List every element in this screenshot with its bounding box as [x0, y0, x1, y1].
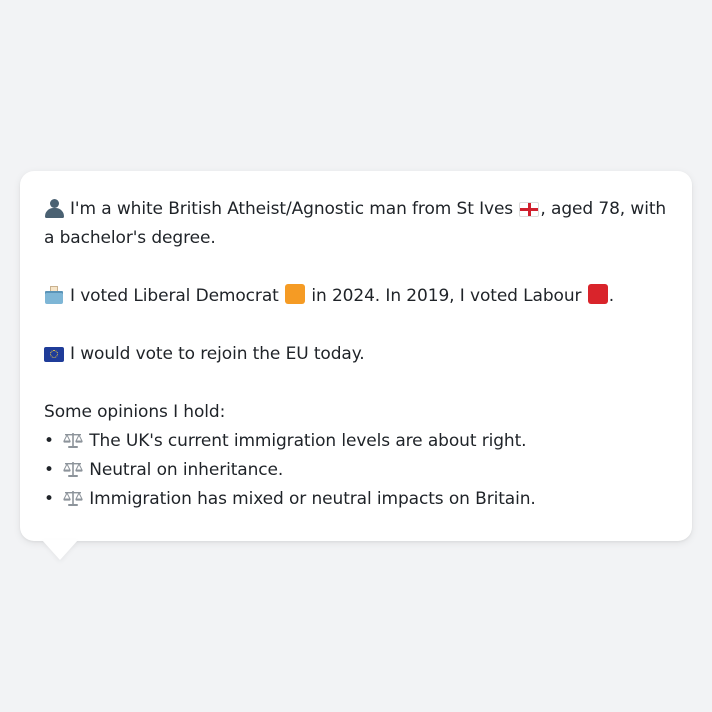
- opinions-heading: Some opinions I hold:: [44, 402, 226, 422]
- balance-scale-icon: [63, 489, 84, 507]
- identity-text: I'm a white British Atheist/Agnostic man…: [70, 199, 514, 219]
- eu-flag-icon: [44, 347, 64, 362]
- profile-speech-bubble: I'm a white British Atheist/Agnostic man…: [20, 171, 692, 541]
- identity-line: I'm a white British Atheist/Agnostic man…: [44, 195, 668, 253]
- speech-bubble-tail: [42, 540, 78, 560]
- person-silhouette-icon: [44, 199, 64, 218]
- bullet: •: [44, 489, 54, 509]
- voting-text-part3: .: [608, 286, 615, 306]
- bullet: •: [44, 460, 54, 480]
- balance-scale-icon: [63, 460, 84, 478]
- voting-text-part2: in 2024. In 2019, I voted Labour: [311, 286, 582, 306]
- opinion-text: The UK's current immigration levels are …: [89, 431, 527, 451]
- opinion-item: • Immigration has mixed or neutral impac…: [44, 485, 668, 514]
- opinion-item: • The UK's current immigration levels ar…: [44, 427, 668, 456]
- eu-line: I would vote to rejoin the EU today.: [44, 340, 668, 369]
- eu-text: I would vote to rejoin the EU today.: [70, 344, 365, 364]
- red-square-icon: [587, 284, 608, 304]
- england-flag-icon: [519, 202, 540, 217]
- opinion-text: Neutral on inheritance.: [89, 460, 284, 480]
- ballot-box-icon: [44, 286, 64, 304]
- opinion-item: • Neutral on inheritance.: [44, 456, 668, 485]
- voting-text-part1: I voted Liberal Democrat: [70, 286, 279, 306]
- opinion-text: Immigration has mixed or neutral impacts…: [89, 489, 536, 509]
- bullet: •: [44, 431, 54, 451]
- balance-scale-icon: [63, 431, 84, 449]
- voting-line: I voted Liberal Democrat in 2024. In 201…: [44, 282, 668, 311]
- orange-square-icon: [285, 284, 306, 304]
